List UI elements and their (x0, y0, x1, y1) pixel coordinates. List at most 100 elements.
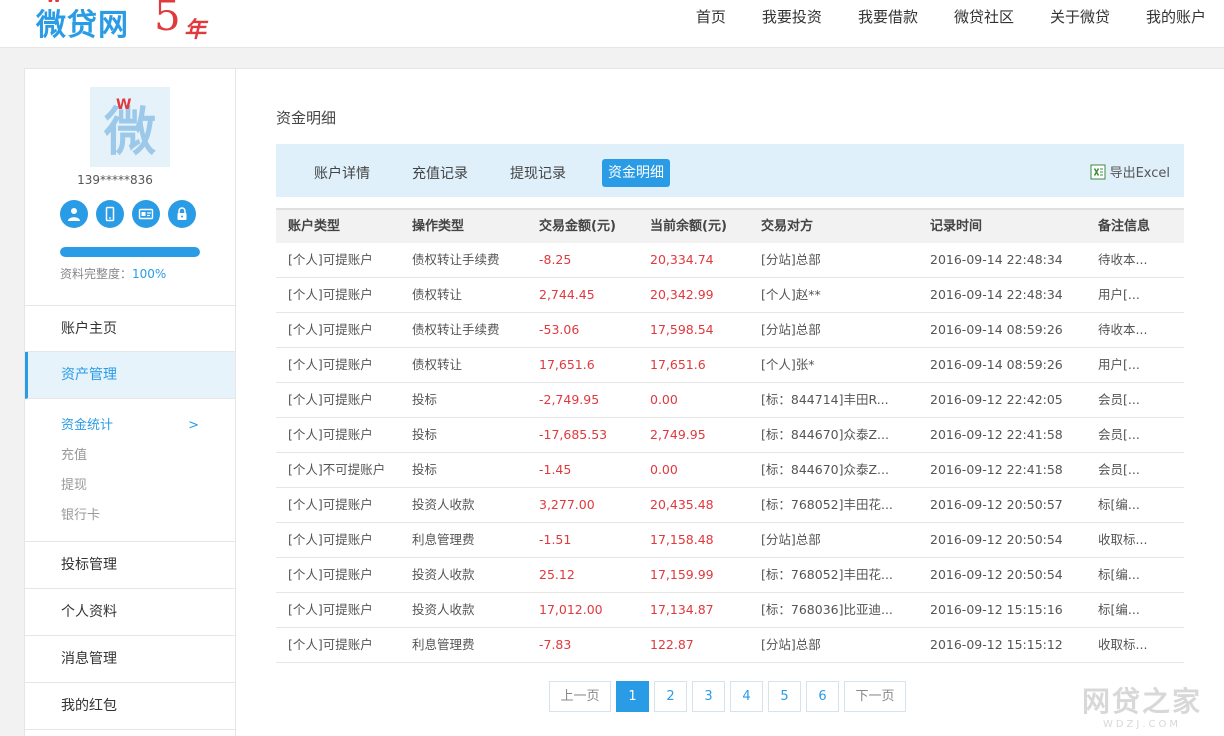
nav-my-account[interactable]: 我的账户 (1146, 0, 1206, 34)
cell-account-type: [个人]可提账户 (288, 252, 373, 267)
tab-withdraw-records[interactable]: 提现记录 (504, 160, 572, 188)
table-row: [个人]可提账户 投资人收款 17,012.00 17,134.87 [标：768036… (276, 593, 1184, 628)
table-row: [个人]可提账户 债权转让手续费 -8.25 20,334.74 [分站]总部 2016-… (276, 243, 1184, 278)
tab-recharge-records[interactable]: 充值记录 (406, 160, 474, 188)
cell-balance: 2,749.95 (650, 427, 706, 442)
nav-about[interactable]: 关于微贷 (1050, 0, 1110, 34)
profile-progress-bar (60, 247, 200, 257)
cell-operation: 投资人收款 (412, 497, 475, 512)
page-button-3[interactable]: 3 (692, 681, 725, 712)
export-excel-label: 导出Excel (1109, 166, 1170, 181)
lock-icon[interactable] (168, 200, 196, 228)
page-button-5[interactable]: 5 (768, 681, 801, 712)
sidebar-item-home[interactable]: 账户主页 (25, 305, 235, 352)
cell-account-type: [个人]可提账户 (288, 392, 373, 407)
table-header: 账户类型 操作类型 交易金额(元) 当前余额(元) 交易对方 记录时间 备注信息 (276, 208, 1184, 243)
table-row: [个人]可提账户 投资人收款 3,277.00 20,435.48 [标：768052]… (276, 488, 1184, 523)
profile-completeness: 资料完整度：100% (60, 265, 166, 282)
cell-operation: 投标 (412, 427, 438, 442)
tab-fund-details[interactable]: 资金明细 (602, 159, 670, 187)
cell-operation: 利息管理费 (412, 637, 475, 652)
logo-years-suffix: 年 (184, 18, 207, 43)
sidebar-item-profile[interactable]: 个人资料 (25, 589, 235, 636)
cell-time: 2016-09-14 08:59:26 (930, 322, 1063, 337)
page-button-2[interactable]: 2 (654, 681, 687, 712)
table-row: [个人]可提账户 投标 -17,685.53 2,749.95 [标：844670]众泰… (276, 418, 1184, 453)
user-icon[interactable] (60, 200, 88, 228)
cell-operation: 债权转让手续费 (412, 252, 500, 267)
logo-years-number: 5 (154, 0, 181, 40)
profile-completeness-value: 100% (132, 267, 167, 281)
page-button-6[interactable]: 6 (806, 681, 839, 712)
watermark: 网贷之家 WDZJ.COM (1082, 685, 1202, 730)
nav-community[interactable]: 微贷社区 (954, 0, 1014, 34)
next-page-button[interactable]: 下一页 (844, 681, 906, 712)
username: 139*****836 (77, 173, 153, 187)
prev-page-button[interactable]: 上一页 (549, 681, 611, 712)
cell-remark: 待收本... (1098, 322, 1148, 337)
table-row: [个人]可提账户 利息管理费 -1.51 17,158.48 [分站]总部 2016-09… (276, 523, 1184, 558)
cell-time: 2016-09-12 22:41:58 (930, 427, 1063, 442)
cell-counterparty: [标：768052]丰田花... (761, 497, 893, 512)
tab-account-details[interactable]: 账户详情 (308, 160, 376, 188)
profile-completeness-label: 资料完整度： (60, 267, 133, 281)
page-button-4[interactable]: 4 (730, 681, 763, 712)
account-sidebar: W 微 139*****836 资料完整度：100% 账户主页 资产管理 资金统… (24, 68, 236, 736)
cell-account-type: [个人]可提账户 (288, 602, 373, 617)
phone-icon[interactable] (96, 200, 124, 228)
main-nav: 首页 我要投资 我要借款 微贷社区 关于微贷 我的账户 (696, 0, 1206, 34)
sidebar-subitem-stats[interactable]: 资金统计 > (61, 411, 235, 441)
cell-operation: 债权转让 (412, 287, 463, 302)
sidebar-subitem-bankcard[interactable]: 银行卡 (61, 501, 235, 531)
cell-operation: 投资人收款 (412, 602, 475, 617)
cell-balance: 122.87 (650, 637, 694, 652)
excel-icon (1090, 164, 1106, 179)
sidebar-subitem-withdraw[interactable]: 提现 (61, 471, 235, 501)
cell-time: 2016-09-12 22:42:05 (930, 392, 1063, 407)
column-header-counterparty: 交易对方 (761, 219, 814, 234)
cell-account-type: [个人]不可提账户 (288, 462, 386, 477)
cell-balance: 20,435.48 (650, 497, 714, 512)
cell-time: 2016-09-12 15:15:12 (930, 637, 1063, 652)
nav-borrow[interactable]: 我要借款 (858, 0, 918, 34)
cell-amount: -1.51 (539, 532, 572, 547)
cell-time: 2016-09-12 20:50:54 (930, 567, 1063, 582)
fund-details-table: 账户类型 操作类型 交易金额(元) 当前余额(元) 交易对方 记录时间 备注信息… (276, 208, 1184, 663)
sidebar-item-redpacket[interactable]: 我的红包 (25, 683, 235, 730)
logo-badge: W (46, 0, 61, 6)
sidebar-subitem-recharge[interactable]: 充值 (61, 441, 235, 471)
cell-counterparty: [标：768052]丰田花... (761, 567, 893, 582)
cell-balance: 17,651.6 (650, 357, 706, 372)
site-header: 微贷网 W 5 年 首页 我要投资 我要借款 微贷社区 关于微贷 我的账户 (0, 0, 1224, 48)
watermark-url: WDZJ.COM (1102, 719, 1182, 730)
cell-time: 2016-09-12 22:41:58 (930, 462, 1063, 477)
cell-remark: 用户[... (1098, 357, 1140, 372)
table-row: [个人]可提账户 投标 -2,749.95 0.00 [标：844714]丰田R... 2… (276, 383, 1184, 418)
profile-progress-fill (60, 247, 200, 257)
sidebar-item-bids[interactable]: 投标管理 (25, 542, 235, 589)
sidebar-subitem-stats-label: 资金统计 (61, 418, 114, 433)
page-button-1[interactable]: 1 (616, 681, 649, 712)
avatar[interactable]: W 微 (90, 87, 170, 167)
cell-account-type: [个人]可提账户 (288, 567, 373, 582)
cell-balance: 17,158.48 (650, 532, 714, 547)
sidebar-item-assets[interactable]: 资产管理 (25, 352, 235, 399)
cell-remark: 会员[... (1098, 392, 1140, 407)
nav-home[interactable]: 首页 (696, 0, 726, 34)
export-excel-button[interactable]: 导出Excel (1090, 162, 1170, 181)
cell-remark: 待收本... (1098, 252, 1148, 267)
logo-text: 微贷网 (36, 8, 129, 43)
cell-amount: -1.45 (539, 462, 572, 477)
sidebar-item-messages[interactable]: 消息管理 (25, 636, 235, 683)
chevron-right-icon: > (188, 418, 199, 433)
nav-invest[interactable]: 我要投资 (762, 0, 822, 34)
cell-balance: 0.00 (650, 462, 678, 477)
cell-remark: 用户[... (1098, 287, 1140, 302)
tab-bar: 账户详情 充值记录 提现记录 资金明细 导出Excel (276, 144, 1184, 197)
column-header-balance: 当前余额(元) (650, 219, 727, 234)
cell-operation: 投标 (412, 392, 438, 407)
cell-account-type: [个人]可提账户 (288, 427, 373, 442)
cell-balance: 17,159.99 (650, 567, 714, 582)
column-header-operation: 操作类型 (412, 219, 465, 234)
id-card-icon[interactable] (132, 200, 160, 228)
